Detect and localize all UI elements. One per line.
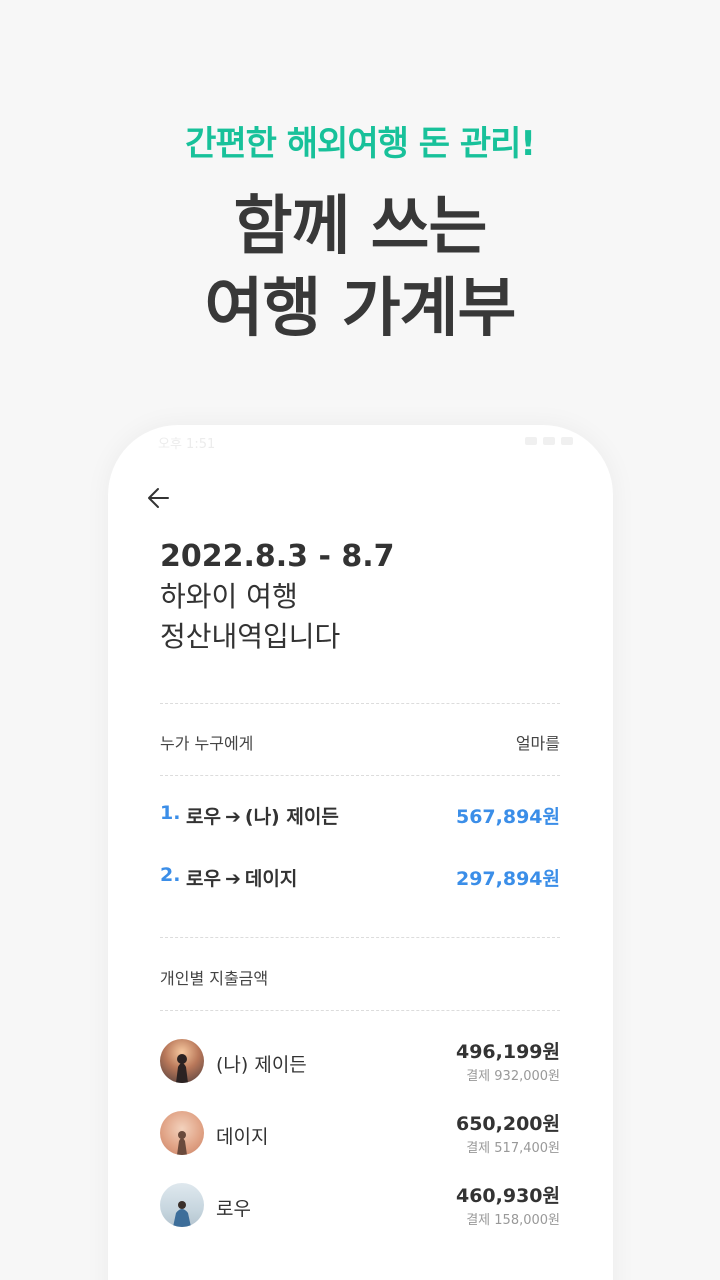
hero-headline-line1: 함께 쓰는: [233, 190, 488, 264]
divider: [160, 703, 560, 704]
column-header-amount: 얼마를: [515, 734, 560, 753]
avatar: [160, 1111, 204, 1155]
trip-name: 하와이 여행: [160, 580, 298, 613]
column-header-who: 누가 누구에게: [160, 734, 254, 753]
arrow-right-icon: ➔: [224, 868, 241, 890]
divider: [160, 937, 560, 938]
person-name: 데이지: [216, 1126, 269, 1148]
signal-icon: [525, 437, 537, 445]
person-amount: 650,200원: [455, 1113, 560, 1135]
settlement-from: 로우: [186, 868, 221, 890]
settlement-from: 로우: [186, 806, 221, 828]
title-caption: 정산내역입니다: [160, 620, 341, 653]
person-amount: 460,930원: [455, 1185, 560, 1207]
status-icons: [525, 437, 573, 445]
back-button[interactable]: [144, 483, 174, 513]
settlement-to: 데이지: [244, 868, 298, 890]
status-bar: 오후 1:51: [108, 433, 613, 453]
person-paid: 결제 517,400원: [466, 1141, 560, 1156]
hero-headline: 함께 쓰는 여행 가계부: [0, 186, 720, 350]
settlement-amount: 297,894원: [455, 868, 560, 890]
divider: [160, 775, 560, 776]
person-name: 로우: [216, 1198, 251, 1220]
settlement-row: 2. 로우 ➔ 데이지 297,894원: [160, 864, 560, 894]
person-row: 데이지 650,200원 결제 517,400원: [160, 1109, 560, 1159]
person-name: (나) 제이든: [216, 1054, 307, 1076]
person-amount: 496,199원: [455, 1041, 560, 1063]
person-row: 로우 460,930원 결제 158,000원: [160, 1181, 560, 1231]
hero-headline-line2: 여행 가계부: [204, 272, 517, 346]
battery-icon: [561, 437, 573, 445]
trip-date-range: 2022.8.3 - 8.7: [160, 539, 395, 574]
avatar: [160, 1039, 204, 1083]
settlement-parties: 로우 ➔ 데이지: [186, 864, 297, 891]
wifi-icon: [543, 437, 555, 445]
settlement-index: 2.: [160, 864, 181, 886]
person-row: (나) 제이든 496,199원 결제 932,000원: [160, 1037, 560, 1087]
settlement-amount: 567,894원: [455, 806, 560, 828]
person-paid: 결제 158,000원: [466, 1213, 560, 1228]
settlement-to: (나) 제이든: [244, 806, 339, 828]
arrow-left-icon: [148, 488, 169, 508]
settlement-title: 2022.8.3 - 8.7 하와이 여행 정산내역입니다: [160, 537, 580, 657]
hero-subtitle: 간편한 해외여행 돈 관리!: [185, 124, 536, 164]
settlement-index: 1.: [160, 802, 181, 824]
person-paid: 결제 932,000원: [466, 1069, 560, 1084]
avatar: [160, 1183, 204, 1227]
arrow-right-icon: ➔: [224, 806, 241, 828]
divider: [160, 1010, 560, 1011]
settlement-parties: 로우 ➔ (나) 제이든: [186, 802, 339, 829]
phone-mockup: 오후 1:51 2022.8.3 - 8.7 하와이 여행 정산내역입니다 누가…: [108, 425, 613, 1280]
personal-heading: 개인별 지출금액: [160, 969, 269, 988]
status-time: 오후 1:51: [158, 437, 216, 452]
settlement-row: 1. 로우 ➔ (나) 제이든 567,894원: [160, 802, 560, 832]
